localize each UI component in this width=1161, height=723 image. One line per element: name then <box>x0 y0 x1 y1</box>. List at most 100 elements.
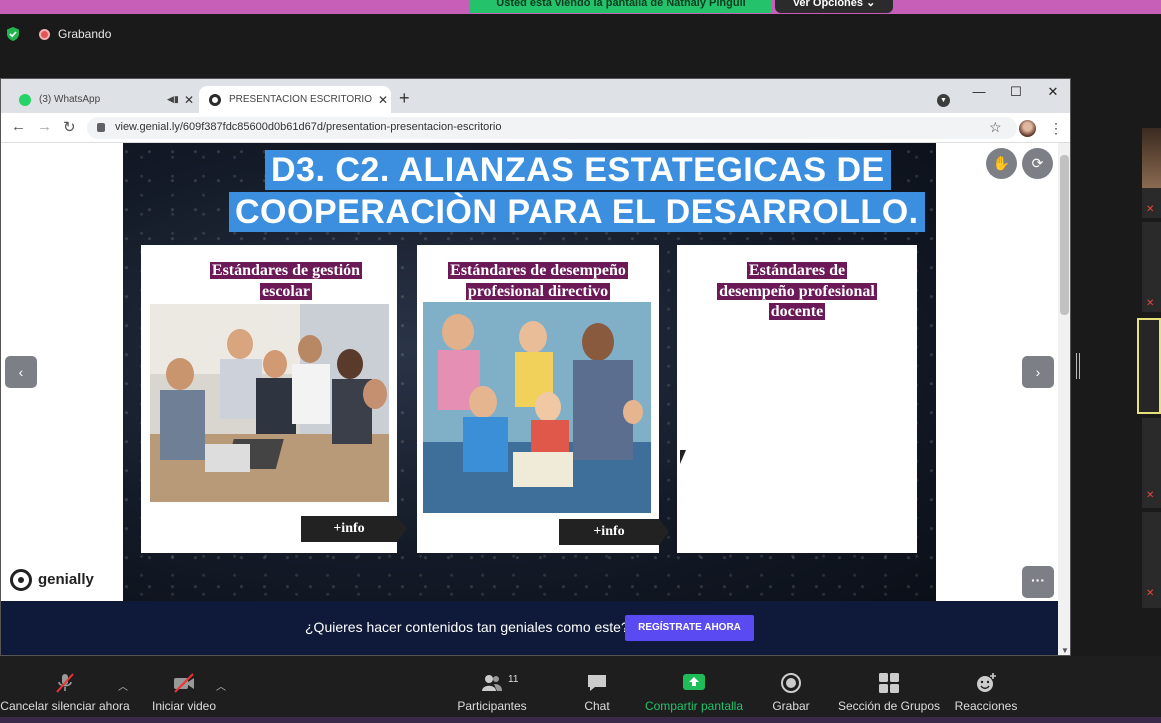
share-screen-label: Compartir pantalla <box>644 699 744 713</box>
zoom-toolbar: Cancelar silenciar ahora ︿ Iniciar video… <box>0 656 1161 723</box>
bookmark-star-icon[interactable]: ☆ <box>989 119 1002 136</box>
chat-icon <box>588 675 606 691</box>
participants-icon <box>482 675 502 691</box>
tab-whatsapp[interactable]: (3) WhatsApp ◀▮ ✕ <box>9 86 197 113</box>
breakout-rooms-button[interactable]: Sección de Grupos <box>834 656 944 723</box>
genially-wordmark[interactable]: genially <box>38 571 94 588</box>
previous-slide-button[interactable]: ‹ <box>5 356 37 388</box>
video-options-caret-icon[interactable]: ︿ <box>216 678 226 693</box>
browser-menu-icon[interactable]: ⋮ <box>1049 120 1063 137</box>
record-label: Grabar <box>772 699 810 713</box>
close-window-icon[interactable]: ✕ <box>1043 84 1063 100</box>
card-desempeno-docente: Estándares de desempeño profesional doce… <box>677 245 917 553</box>
close-tab-icon[interactable]: ✕ <box>181 93 197 107</box>
meeting-photo <box>150 304 389 502</box>
participant-tile[interactable]: ✕ <box>1142 418 1161 508</box>
participants-count: 11 <box>508 674 519 685</box>
whatsapp-icon <box>19 93 31 106</box>
slide-title-line1: D3. C2. ALIANZAS ESTATEGICAS DE <box>265 150 891 190</box>
maximize-icon[interactable]: ☐ <box>1006 84 1026 100</box>
address-bar[interactable]: view.genial.ly/609f387fdc85600d0b61d67d/… <box>87 117 1017 139</box>
hand-pointer-icon[interactable]: ✋ <box>986 148 1017 179</box>
taskbar-edge <box>0 717 1161 723</box>
tab-search-icon[interactable]: ▼ <box>937 94 950 107</box>
audio-options-caret-icon[interactable]: ︿ <box>118 678 128 693</box>
url-text: view.genial.ly/609f387fdc85600d0b61d67d/… <box>115 121 502 133</box>
card-heading: Estándares de <box>746 262 848 279</box>
mute-label: Cancelar silenciar ahora <box>0 699 130 713</box>
muted-mic-icon <box>56 673 74 693</box>
panel-splitter[interactable] <box>1076 353 1080 379</box>
more-options-button[interactable]: ··· <box>1022 566 1054 598</box>
genially-viewer: D3. C2. ALIANZAS ESTATEGICAS DE COOPERAC… <box>1 143 1058 655</box>
tab-strip: (3) WhatsApp ◀▮ ✕ PRESENTACIÓN ESCRITORI… <box>1 79 1070 113</box>
card-heading: docente <box>768 303 826 320</box>
muted-mic-icon: ✕ <box>1146 588 1155 599</box>
profile-avatar[interactable] <box>1019 120 1036 137</box>
browser-toolbar: ← → ↻ view.genial.ly/609f387fdc85600d0b6… <box>1 113 1070 143</box>
scroll-down-icon[interactable]: ▼ <box>1061 646 1069 655</box>
muted-mic-icon: ✕ <box>1146 490 1155 501</box>
card-heading: desempeño profesional <box>717 283 877 300</box>
security-shield-icon[interactable] <box>5 26 21 42</box>
rotate-icon[interactable]: ⟳ <box>1022 148 1053 179</box>
register-now-button[interactable]: REGÍSTRATE AHORA <box>625 615 754 641</box>
reload-icon[interactable]: ↻ <box>63 118 76 136</box>
back-icon[interactable]: ← <box>11 118 26 135</box>
tab-presentation[interactable]: PRESENTACIÓN ESCRITORIO por ✕ <box>199 86 391 113</box>
card-heading: Estándares de gestión <box>209 262 363 279</box>
signup-text: ¿Quieres hacer contenidos tan geniales c… <box>305 619 629 635</box>
view-options-button[interactable]: Ver Opciones ⌄ <box>775 0 893 13</box>
minimize-icon[interactable]: — <box>969 84 989 99</box>
participant-tile[interactable]: ✕ <box>1142 512 1161 608</box>
start-video-button[interactable]: Iniciar video <box>140 656 228 723</box>
close-tab-icon[interactable]: ✕ <box>375 93 391 107</box>
participants-button[interactable]: Participantes <box>448 656 536 723</box>
breakout-rooms-icon <box>879 673 899 693</box>
reactions-label: Reacciones <box>954 699 1018 713</box>
scrollbar-thumb[interactable] <box>1060 155 1069 315</box>
reactions-icon <box>977 673 996 692</box>
page-scrollbar[interactable]: ▼ <box>1058 143 1070 655</box>
shared-browser-window: (3) WhatsApp ◀▮ ✕ PRESENTACIÓN ESCRITORI… <box>0 78 1071 656</box>
genially-logo-icon[interactable] <box>10 569 32 591</box>
share-screen-button[interactable]: Compartir pantalla <box>640 656 748 723</box>
participant-tile[interactable]: ✕ <box>1142 222 1161 312</box>
chat-button[interactable]: Chat <box>568 656 626 723</box>
share-screen-icon <box>683 674 705 690</box>
muted-mic-icon: ✕ <box>1146 298 1155 309</box>
record-button[interactable]: Grabar <box>762 656 820 723</box>
tab-title: (3) WhatsApp <box>39 94 101 105</box>
forward-icon[interactable]: → <box>37 118 52 135</box>
mute-button[interactable]: Cancelar silenciar ahora <box>0 656 130 723</box>
participant-tile[interactable]: ✕ <box>1142 128 1161 218</box>
mouse-cursor-icon <box>680 450 686 464</box>
genially-favicon-icon <box>209 93 221 106</box>
kids-reading-photo <box>423 302 651 513</box>
participants-label: Participantes <box>457 699 527 713</box>
info-button[interactable]: +info <box>301 516 407 542</box>
breakout-label: Sección de Grupos <box>837 699 941 713</box>
video-label: Iniciar video <box>151 699 217 713</box>
card-gestion-escolar: Estándares de gestión escolar +info <box>141 245 407 553</box>
chat-label: Chat <box>584 699 610 713</box>
participant-tile-speaking[interactable] <box>1137 318 1161 414</box>
reactions-button[interactable]: Reacciones <box>950 656 1022 723</box>
new-tab-icon[interactable]: + <box>399 88 410 109</box>
info-button[interactable]: +info <box>559 519 669 545</box>
participant-video <box>1142 128 1161 188</box>
next-slide-button[interactable]: › <box>1022 356 1054 388</box>
share-banner: Usted está viendo la pantalla de Nathaly… <box>470 0 772 13</box>
tab-title: PRESENTACIÓN ESCRITORIO por <box>229 94 375 105</box>
zoom-meeting-screen: { "zoom": { "share_banner": "Usted está … <box>0 0 1161 723</box>
muted-mic-icon: ✕ <box>1146 204 1155 215</box>
recording-icon <box>39 29 50 40</box>
record-icon <box>781 673 801 693</box>
speaker-icon[interactable]: ◀▮ <box>167 94 181 105</box>
card-heading: profesional directivo <box>465 283 611 300</box>
signup-banner: ¿Quieres hacer contenidos tan geniales c… <box>1 601 1058 655</box>
slide-title-line2: COOPERACIÒN PARA EL DESARROLLO. <box>229 192 925 232</box>
video-off-icon <box>174 673 194 693</box>
card-heading: Estándares de desempeño <box>448 262 628 279</box>
recording-label: Grabando <box>58 27 112 41</box>
